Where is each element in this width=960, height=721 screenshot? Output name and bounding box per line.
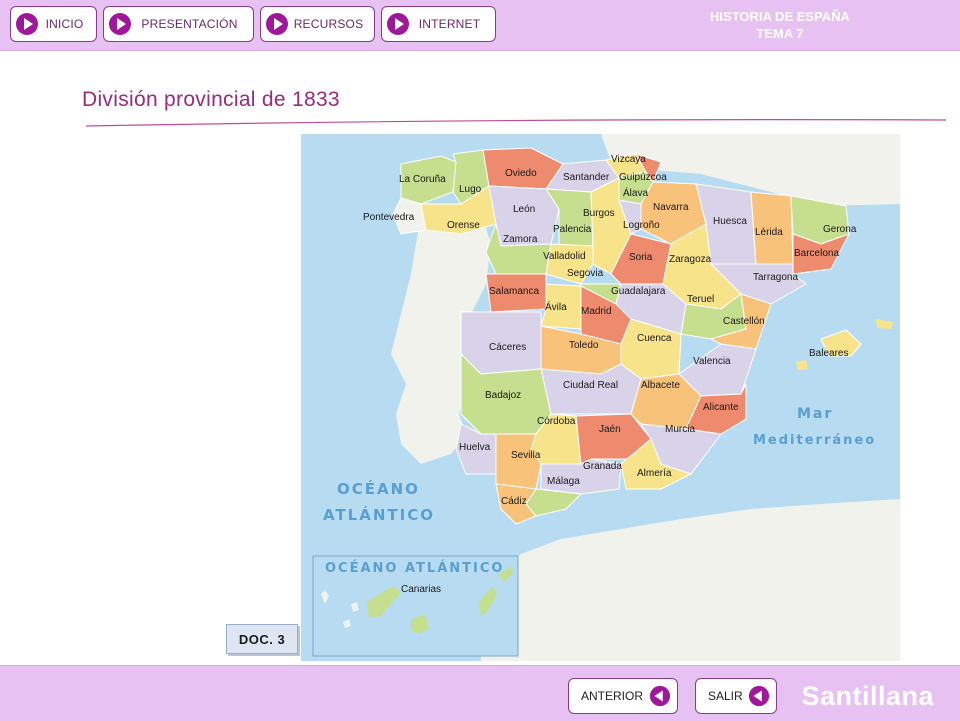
label-leon: León	[513, 204, 535, 215]
label-segovia: Segovia	[567, 268, 604, 279]
label-oceano: OCÉANO	[337, 479, 420, 498]
label-huesca: Huesca	[713, 216, 747, 227]
label-gerona: Gerona	[823, 224, 857, 235]
label-burgos: Burgos	[583, 208, 615, 219]
label-granada: Granada	[583, 461, 622, 472]
label-caceres: Cáceres	[489, 342, 526, 353]
course-title: HISTORIA DE ESPAÑA	[710, 9, 850, 24]
label-barcelona: Barcelona	[794, 248, 839, 259]
label-badajoz: Badajoz	[485, 390, 521, 401]
label-almeria: Almería	[637, 468, 672, 479]
label-teruel: Teruel	[687, 294, 714, 305]
label-malaga: Málaga	[547, 476, 580, 487]
course-unit: TEMA 7	[756, 26, 804, 41]
label-salamanca: Salamanca	[489, 286, 539, 297]
province-map: Vizcaya La Coruña Oviedo Santander Guipú…	[301, 134, 900, 661]
exit-arrow-icon	[748, 685, 770, 707]
doc-badge: DOC. 3	[226, 624, 298, 654]
anterior-label: ANTERIOR	[581, 689, 644, 703]
label-cadiz: Cádiz	[501, 496, 527, 507]
label-toledo: Toledo	[569, 340, 599, 351]
play-icon	[266, 13, 288, 35]
label-zaragoza: Zaragoza	[669, 254, 712, 265]
internet-label: INTERNET	[418, 17, 481, 31]
label-orense: Orense	[447, 220, 480, 231]
label-albacete: Albacete	[641, 380, 680, 391]
label-ciudadreal: Ciudad Real	[563, 380, 618, 391]
label-vizcaya: Vizcaya	[611, 154, 646, 165]
label-lerida: Lérida	[755, 227, 783, 238]
play-icon	[16, 13, 38, 35]
label-sevilla: Sevilla	[511, 450, 541, 461]
recursos-button[interactable]: RECURSOS	[260, 6, 375, 42]
page-title: División provincial de 1833	[82, 88, 340, 111]
label-murcia: Murcia	[665, 424, 695, 435]
anterior-button[interactable]: ANTERIOR	[568, 678, 678, 714]
label-atlantico: ATLÁNTICO	[323, 505, 435, 524]
label-alicante: Alicante	[703, 402, 739, 413]
label-madrid: Madrid	[581, 306, 612, 317]
label-huelva: Huelva	[459, 442, 491, 453]
label-tarragona: Tarragona	[753, 272, 798, 283]
label-canarias: Canarias	[401, 584, 441, 595]
salir-button[interactable]: SALIR	[695, 678, 777, 714]
label-mediterraneo: Mediterráneo	[753, 433, 876, 448]
label-navarra: Navarra	[653, 202, 689, 213]
label-avila: Ávila	[545, 300, 567, 313]
label-mar: Mar	[797, 406, 833, 422]
label-baleares: Baleares	[809, 348, 848, 359]
label-santander: Santander	[563, 172, 610, 183]
inicio-button[interactable]: INICIO	[10, 6, 97, 42]
top-navigation-bar: INICIO PRESENTACIÓN RECURSOS INTERNET HI…	[0, 0, 960, 51]
salir-label: SALIR	[708, 689, 743, 703]
presentacion-button[interactable]: PRESENTACIÓN	[103, 6, 254, 42]
label-zamora: Zamora	[503, 234, 538, 245]
label-cordoba: Córdoba	[537, 416, 576, 427]
label-lacoruna: La Coruña	[399, 174, 446, 185]
label-valladolid: Valladolid	[543, 251, 586, 262]
play-icon	[109, 13, 131, 35]
label-oviedo: Oviedo	[505, 168, 537, 179]
bottom-navigation-bar: ANTERIOR SALIR Santillana	[0, 665, 960, 721]
label-cuenca: Cuenca	[637, 333, 672, 344]
play-icon	[387, 13, 409, 35]
label-jaen: Jaén	[599, 424, 621, 435]
label-castellon: Castellón	[723, 316, 765, 327]
inicio-label: INICIO	[45, 17, 84, 31]
label-alava: Álava	[623, 186, 648, 199]
label-valencia: Valencia	[693, 356, 731, 367]
label-inset-oceano: OCÉANO ATLÁNTICO	[325, 560, 504, 576]
label-palencia: Palencia	[553, 224, 592, 235]
map-image: Vizcaya La Coruña Oviedo Santander Guipú…	[301, 134, 900, 661]
label-guipuzcoa: Guipúzcoa	[619, 172, 667, 183]
label-lugo: Lugo	[459, 184, 482, 195]
label-pontevedra: Pontevedra	[363, 212, 415, 223]
brand-logo: Santillana	[801, 681, 934, 711]
label-logrono: Logroño	[623, 220, 660, 231]
label-guadalajara: Guadalajara	[611, 286, 666, 297]
back-arrow-icon	[649, 685, 671, 707]
label-soria: Soria	[629, 252, 653, 263]
internet-button[interactable]: INTERNET	[381, 6, 496, 42]
title-divider	[86, 119, 946, 127]
presentacion-label: PRESENTACIÓN	[141, 17, 238, 31]
course-header: HISTORIA DE ESPAÑA TEMA 7	[680, 8, 880, 42]
recursos-label: RECURSOS	[293, 17, 364, 31]
